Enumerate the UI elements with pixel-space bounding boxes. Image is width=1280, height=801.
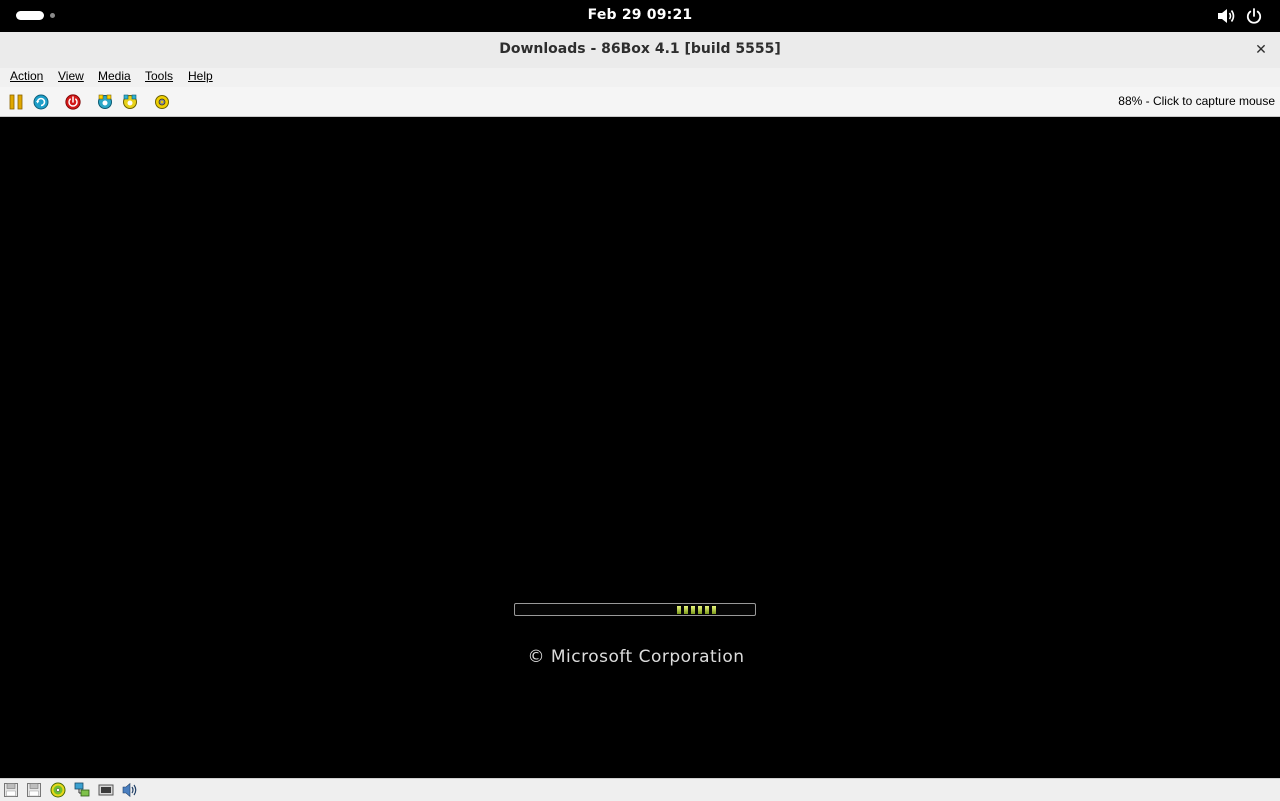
power-icon[interactable] — [1245, 7, 1263, 25]
progress-segment — [698, 606, 702, 614]
window-title-bar[interactable]: Downloads - 86Box 4.1 [build 5555] ✕ — [0, 32, 1280, 69]
system-top-bar: Feb 29 09:21 — [0, 0, 1280, 32]
power-off-icon[interactable] — [65, 94, 81, 110]
ctrl-alt-esc-icon[interactable] — [122, 94, 138, 110]
progress-segment — [691, 606, 695, 614]
cd-drive-icon[interactable] — [50, 782, 66, 798]
menu-view[interactable]: View — [58, 69, 84, 83]
emulator-display[interactable]: © Microsoft Corporation — [0, 117, 1280, 778]
window-title: Downloads - 86Box 4.1 [build 5555] — [499, 41, 781, 57]
network-icon[interactable] — [74, 782, 90, 798]
pause-icon[interactable] — [8, 94, 24, 110]
volume-icon[interactable] — [1216, 7, 1236, 25]
progress-segment — [677, 606, 681, 614]
menu-tools[interactable]: Tools — [145, 69, 173, 83]
progress-segment — [705, 606, 709, 614]
boot-progress-segments — [677, 606, 725, 614]
reset-icon[interactable] — [33, 94, 49, 110]
menu-help[interactable]: Help — [188, 69, 213, 83]
menu-media[interactable]: Media — [98, 69, 131, 83]
settings-icon[interactable] — [154, 94, 170, 110]
toolbar: 88% - Click to capture mouse — [0, 87, 1280, 117]
menu-action[interactable]: Action — [10, 69, 43, 83]
progress-segment — [712, 606, 716, 614]
capture-mouse-hint[interactable]: 88% - Click to capture mouse — [1118, 94, 1275, 108]
status-bar — [0, 778, 1280, 801]
floppy-drive-2-icon[interactable] — [26, 782, 42, 798]
menu-bar: Action View Media Tools Help — [0, 68, 1280, 87]
clock[interactable]: Feb 29 09:21 — [0, 7, 1280, 23]
close-button[interactable]: ✕ — [1252, 41, 1270, 59]
display-icon[interactable] — [98, 782, 114, 798]
ctrl-alt-del-icon[interactable] — [97, 94, 113, 110]
copyright-text: © Microsoft Corporation — [527, 647, 745, 667]
floppy-drive-1-icon[interactable] — [3, 782, 19, 798]
sound-icon[interactable] — [122, 782, 138, 798]
progress-segment — [684, 606, 688, 614]
